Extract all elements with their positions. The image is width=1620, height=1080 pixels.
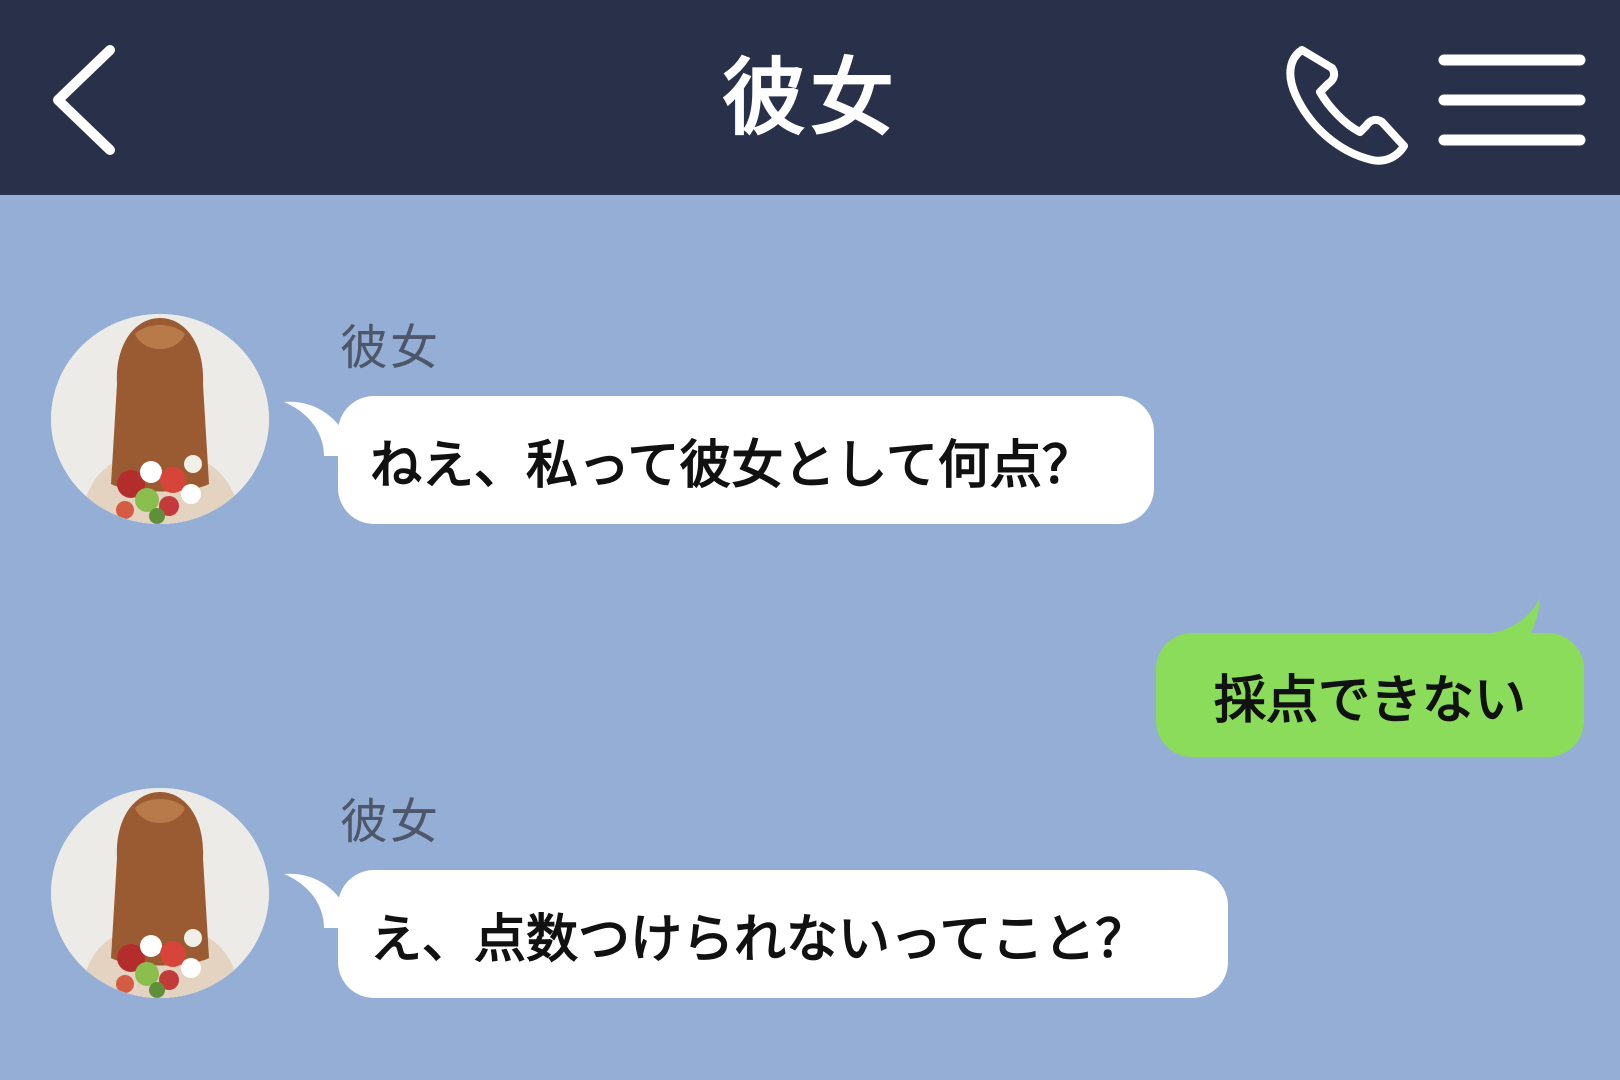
hamburger-menu-icon[interactable] (1438, 50, 1586, 150)
chat-header: 彼女 (0, 0, 1620, 195)
phone-icon[interactable] (1280, 40, 1415, 165)
message-bubble-outgoing: 採点できない (1156, 633, 1584, 757)
sender-name: 彼女 (340, 320, 441, 376)
message-text: 採点できない (1213, 670, 1526, 731)
message-bubble-incoming: ねえ、私って彼女として何点？ (338, 396, 1154, 524)
message-bubble-incoming: え、点数つけられないってこと？ (338, 870, 1228, 998)
avatar-photo (51, 314, 269, 524)
avatar-photo (51, 788, 269, 998)
avatar[interactable] (51, 788, 269, 998)
sender-name: 彼女 (340, 794, 441, 850)
message-text: え、点数つけられないってこと？ (370, 909, 1148, 970)
message-text: ねえ、私って彼女として何点？ (370, 435, 1094, 496)
avatar[interactable] (51, 314, 269, 524)
